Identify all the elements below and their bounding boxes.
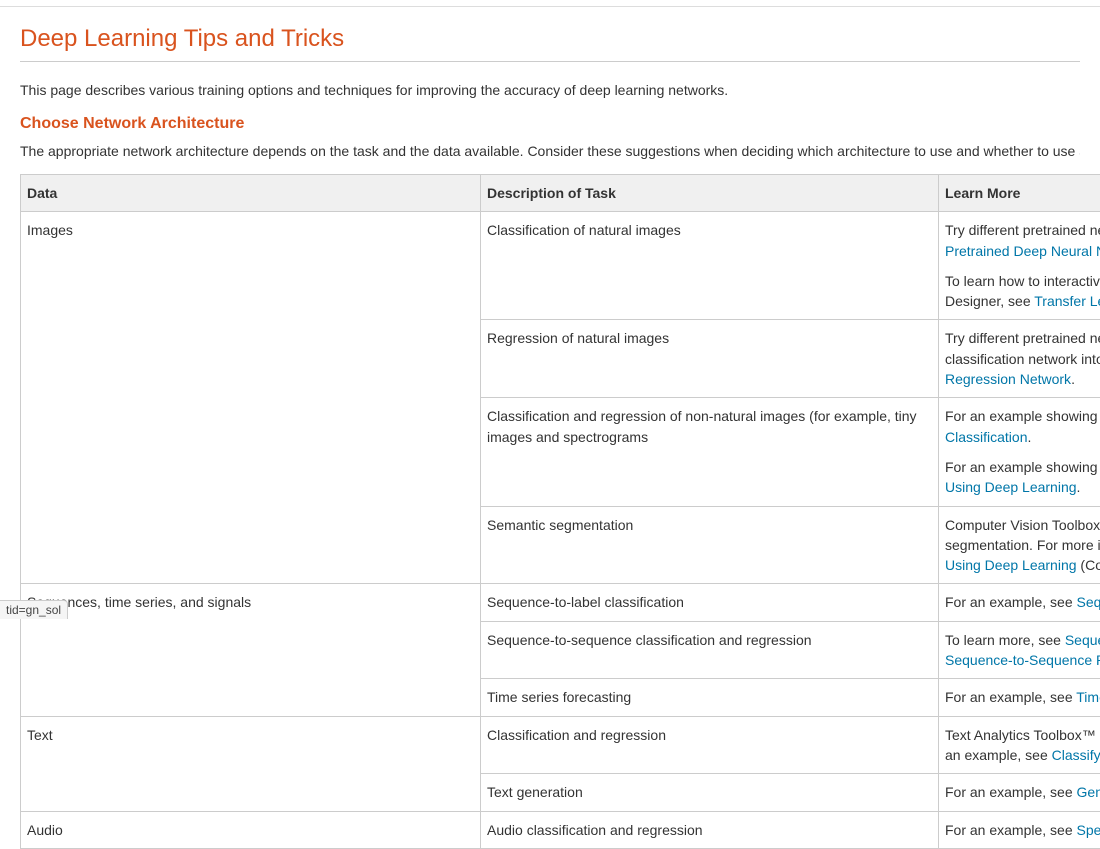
header-desc: Description of Task xyxy=(481,175,939,212)
link-deep-learning[interactable]: Using Deep Learning xyxy=(945,479,1077,495)
cell-learn: For an example, see Sequence C xyxy=(939,584,1100,621)
learn-text: classification network into a reg xyxy=(945,351,1100,367)
cell-desc: Classification and regression xyxy=(481,716,939,774)
learn-text: (Computer xyxy=(1077,557,1100,573)
cell-desc: Regression of natural images xyxy=(481,320,939,398)
link-time-series[interactable]: Time Series xyxy=(1076,689,1100,705)
learn-text: For an example showing how to xyxy=(945,408,1100,424)
link-deep-learning-semantic[interactable]: Using Deep Learning xyxy=(945,557,1077,573)
cell-learn: To learn more, see Sequence-to- Sequence… xyxy=(939,621,1100,679)
learn-text: segmentation. For more informa xyxy=(945,537,1100,553)
status-badge: tid=gn_sol xyxy=(0,600,68,619)
page-title: Deep Learning Tips and Tricks xyxy=(20,25,1080,62)
table-row: Text Classification and regression Text … xyxy=(21,716,1100,774)
cell-learn: For an example, see Generate Te xyxy=(939,774,1100,811)
link-generate-text[interactable]: Generate Te xyxy=(1077,784,1100,800)
cell-learn: Text Analytics Toolbox™ provide an examp… xyxy=(939,716,1100,774)
learn-text: Text Analytics Toolbox™ provide xyxy=(945,727,1100,743)
top-divider xyxy=(0,6,1100,7)
link-regression-network[interactable]: Regression Network xyxy=(945,371,1071,387)
cell-learn: Try different pretrained networks Pretra… xyxy=(939,212,1100,320)
header-learn: Learn More xyxy=(939,175,1100,212)
learn-text: Computer Vision Toolbox™ provi xyxy=(945,517,1100,533)
cell-learn: For an example, see Time Series xyxy=(939,679,1100,716)
cell-desc: Semantic segmentation xyxy=(481,506,939,584)
learn-text: . xyxy=(1071,371,1075,387)
link-sequence-c[interactable]: Sequence C xyxy=(1077,594,1100,610)
page-intro: This page describes various training opt… xyxy=(20,80,1080,101)
table-row: Audio Audio classification and regressio… xyxy=(21,811,1100,848)
learn-text: For an example, see xyxy=(945,822,1077,838)
cell-data-sequences: Sequences, time series, and signals xyxy=(21,584,481,716)
link-transfer-learning[interactable]: Transfer Learning xyxy=(1034,293,1100,309)
link-speech[interactable]: Speech Cor xyxy=(1077,822,1100,838)
cell-desc: Audio classification and regression xyxy=(481,811,939,848)
cell-data-text: Text xyxy=(21,716,481,811)
learn-text: . xyxy=(1027,429,1031,445)
learn-text: For an example, see xyxy=(945,594,1077,610)
section-heading: Choose Network Architecture xyxy=(20,115,1080,133)
cell-desc: Classification of natural images xyxy=(481,212,939,320)
learn-text: To learn how to interactively prep xyxy=(945,273,1100,289)
table-row: Images Classification of natural images … xyxy=(21,212,1100,320)
learn-text: For an example showing how to xyxy=(945,459,1100,475)
table-row: Sequences, time series, and signals Sequ… xyxy=(21,584,1100,621)
link-seq-to-seq-regress[interactable]: Sequence-to-Sequence Regressi xyxy=(945,652,1100,668)
cell-desc: Sequence-to-sequence classification and … xyxy=(481,621,939,679)
cell-learn: For an example, see Speech Cor xyxy=(939,811,1100,848)
link-classification[interactable]: Classification xyxy=(945,429,1027,445)
link-classify-text[interactable]: Classify Text Da xyxy=(1052,747,1100,763)
cell-learn: Computer Vision Toolbox™ provi segmentat… xyxy=(939,506,1100,584)
table-header-row: Data Description of Task Learn More xyxy=(21,175,1100,212)
header-data: Data xyxy=(21,175,481,212)
cell-data-images: Images xyxy=(21,212,481,584)
cell-data-audio: Audio xyxy=(21,811,481,848)
architecture-table: Data Description of Task Learn More Imag… xyxy=(20,174,1100,849)
learn-text: Try different pretrained networks xyxy=(945,222,1100,238)
learn-text: For an example, see xyxy=(945,784,1077,800)
link-pretrained-networks[interactable]: Pretrained Deep Neural Network xyxy=(945,243,1100,259)
cell-desc: Sequence-to-label classification xyxy=(481,584,939,621)
learn-text: Try different pretrained networks xyxy=(945,330,1100,346)
cell-desc: Classification and regression of non-nat… xyxy=(481,398,939,506)
learn-text: Designer, see xyxy=(945,293,1034,309)
learn-text: To learn more, see xyxy=(945,632,1065,648)
learn-text: . xyxy=(1077,479,1081,495)
link-seq-to[interactable]: Sequence-to- xyxy=(1065,632,1100,648)
cell-desc: Text generation xyxy=(481,774,939,811)
section-description: The appropriate network architecture dep… xyxy=(20,141,1080,162)
cell-learn: Try different pretrained networks classi… xyxy=(939,320,1100,398)
cell-desc: Time series forecasting xyxy=(481,679,939,716)
learn-text: an example, see xyxy=(945,747,1052,763)
page-content: Deep Learning Tips and Tricks This page … xyxy=(0,25,1100,849)
cell-learn: For an example showing how to Classifica… xyxy=(939,398,1100,506)
learn-text: For an example, see xyxy=(945,689,1076,705)
